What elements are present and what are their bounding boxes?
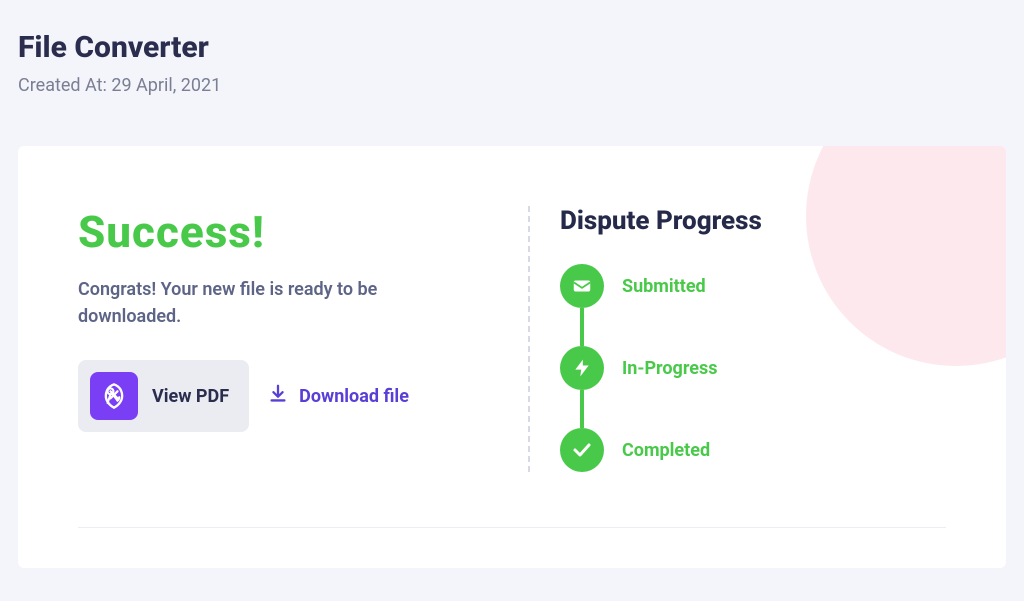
progress-step-completed: Completed [560,428,946,472]
check-icon [560,428,604,472]
card-divider [78,527,946,528]
step-connector [580,308,584,346]
progress-steps: Submitted In-Progress [560,264,946,472]
success-column: Success! Congrats! Your new file is read… [78,206,498,472]
view-pdf-button[interactable]: View PDF [78,360,249,432]
success-title: Success! [78,206,468,258]
bolt-icon [560,346,604,390]
step-connector [580,390,584,428]
progress-step-inprogress: In-Progress [560,346,946,390]
card-body: Success! Congrats! Your new file is read… [78,206,946,472]
pdf-icon [90,372,138,420]
result-card: Success! Congrats! Your new file is read… [18,146,1006,568]
download-file-button[interactable]: Download file [267,383,409,409]
download-file-label: Download file [299,386,409,407]
progress-column: Dispute Progress Submitted [560,206,946,472]
view-pdf-label: View PDF [152,386,229,407]
progress-step-label: Submitted [622,276,706,297]
page-header: File Converter Created At: 29 April, 202… [0,0,1024,116]
success-message: Congrats! Your new file is ready to be d… [78,276,468,330]
progress-step-label: In-Progress [622,358,717,379]
progress-title: Dispute Progress [560,206,946,236]
page-subtitle: Created At: 29 April, 2021 [18,75,1006,96]
download-icon [267,383,289,409]
page-title: File Converter [18,30,1006,65]
progress-step-label: Completed [622,440,710,461]
vertical-divider [528,206,530,472]
action-row: View PDF Download file [78,360,468,432]
envelope-icon [560,264,604,308]
progress-step-submitted: Submitted [560,264,946,308]
